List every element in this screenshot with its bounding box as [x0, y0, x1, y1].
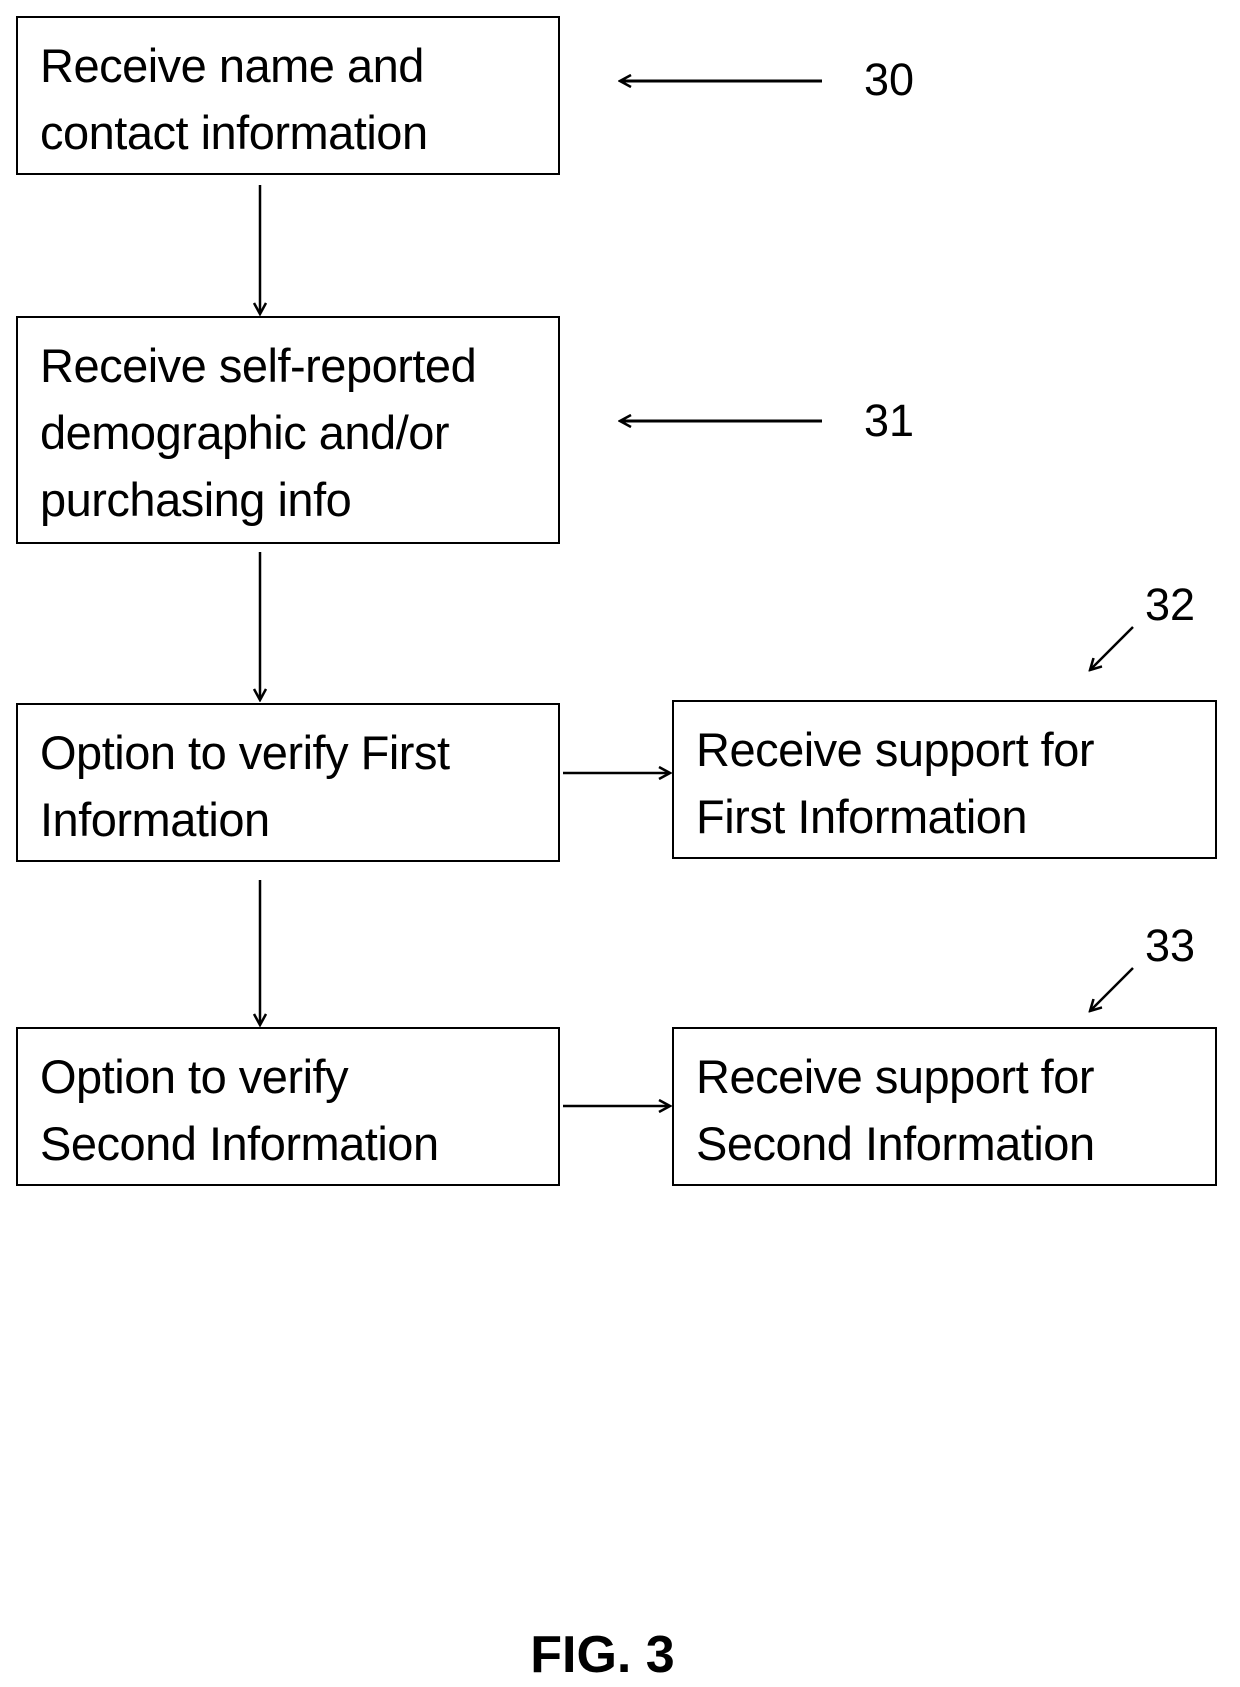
reference-numeral-33: 33 — [1145, 920, 1196, 971]
step-box-verify-first: Option to verify First Information — [16, 703, 560, 862]
figure-caption: FIG. 3 — [530, 1626, 675, 1684]
step-label: Option to verify First Information — [40, 726, 450, 846]
step-box-receive-demographic: Receive self-reported demographic and/or… — [16, 316, 560, 544]
reference-numeral-32: 32 — [1145, 579, 1196, 630]
step-box-support-second: Receive support for Second Information — [672, 1027, 1217, 1186]
step-box-receive-name-contact: Receive name and contact information — [16, 16, 560, 175]
step-label: Receive self-reported demographic and/or… — [40, 339, 477, 526]
step-label: Receive name and contact information — [40, 39, 428, 159]
reference-numeral-30: 30 — [864, 54, 915, 105]
step-box-verify-second: Option to verify Second Information — [16, 1027, 560, 1186]
ref-leader-32 — [1090, 626, 1134, 670]
step-label: Receive support for Second Information — [696, 1050, 1095, 1170]
ref-leader-33 — [1090, 967, 1134, 1011]
reference-numeral-31: 31 — [864, 395, 915, 446]
step-label: Option to verify Second Information — [40, 1050, 439, 1170]
step-label: Receive support for First Information — [696, 723, 1095, 843]
step-box-support-first: Receive support for First Information — [672, 700, 1217, 859]
